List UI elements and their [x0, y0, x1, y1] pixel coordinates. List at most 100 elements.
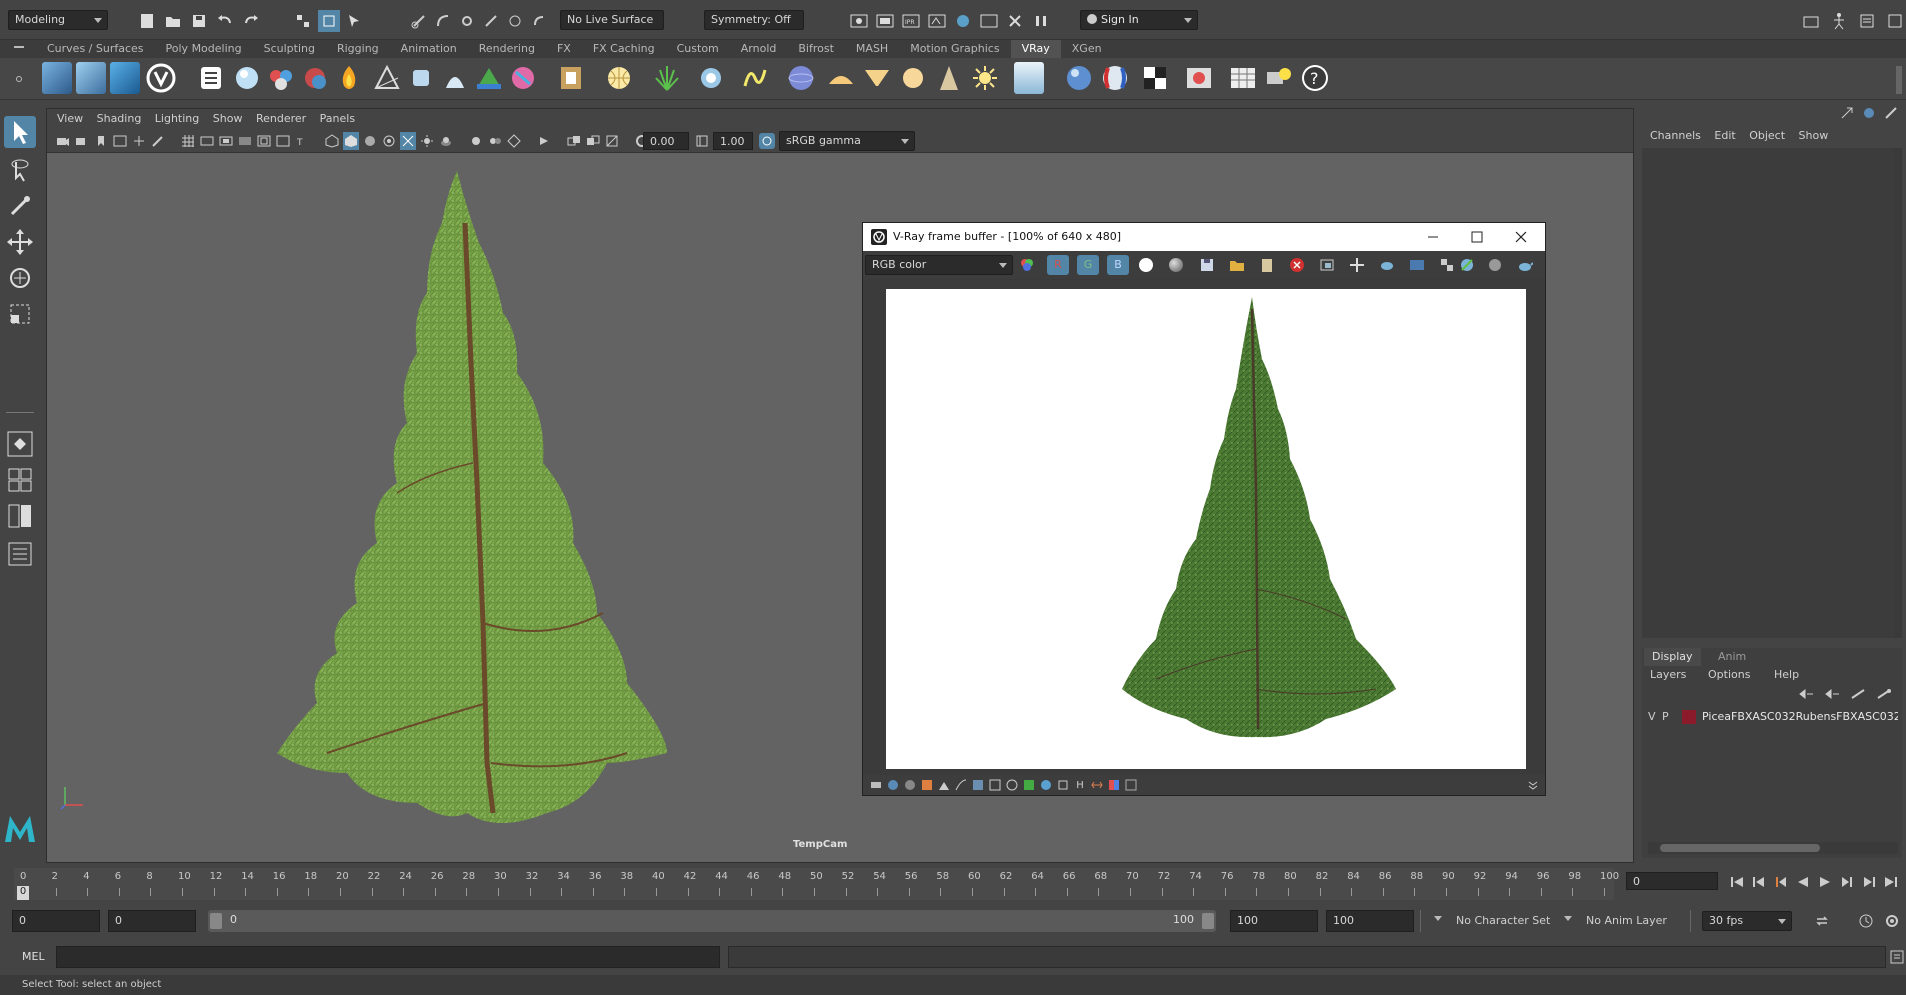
- command-input[interactable]: [56, 946, 720, 968]
- shelf-tab-sculpting[interactable]: Sculpting: [253, 40, 326, 58]
- four-view-layout-icon[interactable]: [4, 464, 36, 496]
- field-chart-icon[interactable]: [256, 132, 272, 150]
- rotate-tool-icon[interactable]: [4, 262, 36, 294]
- shelf-tab-rigging[interactable]: Rigging: [326, 40, 390, 58]
- vray-proxy-icon[interactable]: [372, 62, 402, 94]
- snap-live-icon[interactable]: [504, 10, 526, 32]
- vfb-green-channel-button[interactable]: G: [1077, 255, 1099, 275]
- step-forward-key-icon[interactable]: [1838, 873, 1856, 891]
- multisample-icon[interactable]: [487, 132, 503, 150]
- vfb-stop-render-icon[interactable]: [1289, 257, 1305, 276]
- shadows-icon[interactable]: [419, 132, 435, 150]
- xray-joints-icon[interactable]: [585, 132, 601, 150]
- shelf-tab-poly-modeling[interactable]: Poly Modeling: [155, 40, 253, 58]
- maximize-icon[interactable]: [1469, 229, 1485, 248]
- current-frame-field[interactable]: 0: [1626, 872, 1718, 892]
- vfb-save-icon[interactable]: [1199, 257, 1215, 276]
- select-camera-icon[interactable]: [55, 132, 71, 150]
- vfb-load-icon[interactable]: [1229, 257, 1245, 276]
- vfb-lens-effects-icon[interactable]: [1409, 257, 1425, 276]
- minimize-icon[interactable]: [1425, 229, 1441, 248]
- vray-cube-icon[interactable]: [406, 62, 436, 94]
- range-end-handle[interactable]: [1202, 913, 1214, 929]
- select-by-component-icon[interactable]: [344, 10, 366, 32]
- vray-render-settings-icon[interactable]: [76, 62, 106, 94]
- vfb-levels-icon[interactable]: [937, 778, 951, 792]
- channels-menu[interactable]: Channels: [1650, 126, 1701, 146]
- new-scene-icon[interactable]: [136, 10, 158, 32]
- shelf-tab-rendering[interactable]: Rendering: [468, 40, 546, 58]
- close-icon[interactable]: [1513, 229, 1529, 248]
- show-menu[interactable]: Show: [1799, 126, 1829, 146]
- script-editor-icon[interactable]: [1890, 950, 1904, 967]
- go-to-start-icon[interactable]: [1728, 873, 1746, 891]
- playback-start-field[interactable]: 0: [108, 910, 196, 932]
- render-settings-icon[interactable]: [926, 10, 948, 32]
- anim-layer-dropdown[interactable]: No Anim Layer: [1580, 910, 1680, 932]
- character-set-dropdown[interactable]: No Character Set: [1450, 910, 1566, 932]
- step-forward-frame-icon[interactable]: [1860, 873, 1878, 891]
- shelf-tab-xgen[interactable]: XGen: [1061, 40, 1113, 58]
- playback-end-field[interactable]: 100: [1230, 910, 1318, 932]
- paint-select-tool-icon[interactable]: [4, 190, 36, 222]
- shelf-tab-motion-graphics[interactable]: Motion Graphics: [899, 40, 1010, 58]
- shelf-scroll-icon[interactable]: [1896, 66, 1902, 94]
- range-slider[interactable]: 0 100: [208, 910, 1216, 932]
- depth-of-field-icon[interactable]: [506, 132, 522, 150]
- layer-name[interactable]: PiceaFBXASC032RubensFBXASC032N: [1702, 708, 1898, 726]
- motion-blur-icon[interactable]: [468, 132, 484, 150]
- vray-ipr-icon[interactable]: [1004, 10, 1026, 32]
- help-menu[interactable]: Help: [1774, 666, 1799, 684]
- outliner-layout-icon[interactable]: [4, 538, 36, 570]
- snap-curve-icon[interactable]: [432, 10, 454, 32]
- grid-toggle-icon[interactable]: [180, 132, 196, 150]
- vfb-layers-icon[interactable]: [1124, 778, 1138, 792]
- auto-key-icon[interactable]: [1858, 913, 1874, 932]
- ambient-occlusion-icon[interactable]: [438, 132, 454, 150]
- vfb-compare-icon[interactable]: [1090, 778, 1104, 792]
- vfb-track-mouse-icon[interactable]: [1349, 257, 1365, 276]
- vray-mesh-light-icon[interactable]: [440, 62, 470, 94]
- render-frame-icon[interactable]: [848, 10, 870, 32]
- live-surface-field[interactable]: No Live Surface: [560, 10, 664, 30]
- vfb-ipr-icon[interactable]: [1379, 257, 1395, 276]
- step-back-frame-icon[interactable]: [1750, 873, 1768, 891]
- options-menu[interactable]: Options: [1708, 666, 1750, 684]
- vfb-icc-icon[interactable]: [1022, 778, 1036, 792]
- character-set-arrow-icon[interactable]: [1434, 916, 1442, 921]
- vfb-title-bar[interactable]: V-Ray frame buffer - [100% of 640 x 480]: [863, 223, 1545, 251]
- vray-plane-icon[interactable]: [1014, 62, 1044, 94]
- two-d-pan-icon[interactable]: [131, 132, 147, 150]
- viewport-menu-renderer[interactable]: Renderer: [256, 109, 306, 129]
- vray-quick-settings-icon[interactable]: [42, 62, 72, 94]
- isolate-select-icon[interactable]: [536, 132, 552, 150]
- two-view-layout-icon[interactable]: [4, 500, 36, 532]
- layer-tab-display[interactable]: Display: [1644, 648, 1701, 666]
- layers-menu[interactable]: Layers: [1650, 666, 1686, 684]
- pause-icon[interactable]: [1030, 10, 1052, 32]
- vray-curve-icon[interactable]: [740, 62, 770, 94]
- hypershade-icon[interactable]: [952, 10, 974, 32]
- bookmark-icon[interactable]: [93, 132, 109, 150]
- safe-title-icon[interactable]: T: [294, 132, 310, 150]
- vfb-sphere-icon[interactable]: [1487, 257, 1503, 276]
- gamma-icon[interactable]: [695, 134, 709, 151]
- current-time-marker[interactable]: 0: [17, 886, 29, 900]
- play-forwards-icon[interactable]: [1816, 873, 1834, 891]
- vfb-mono-icon[interactable]: [1139, 258, 1153, 272]
- vfb-curve-icon[interactable]: [954, 778, 968, 792]
- vray-vfb-icon[interactable]: [196, 62, 226, 94]
- tool-settings-toggle-icon[interactable]: [1884, 10, 1906, 32]
- vfb-render-image[interactable]: [886, 289, 1526, 769]
- undo-icon[interactable]: [214, 10, 236, 32]
- play-backwards-icon[interactable]: [1794, 873, 1812, 891]
- vfb-stamp-icon[interactable]: [869, 778, 883, 792]
- scale-tool-icon[interactable]: [4, 298, 36, 330]
- resolution-gate-icon[interactable]: [218, 132, 234, 150]
- layer-visibility-toggle[interactable]: V: [1648, 708, 1656, 726]
- layer-color-swatch[interactable]: [1682, 710, 1696, 724]
- vray-table-icon[interactable]: [1228, 62, 1258, 94]
- vray-logo-icon[interactable]: [146, 62, 176, 94]
- gate-mask-icon[interactable]: [237, 132, 253, 150]
- viewport-menu-panels[interactable]: Panels: [320, 109, 355, 129]
